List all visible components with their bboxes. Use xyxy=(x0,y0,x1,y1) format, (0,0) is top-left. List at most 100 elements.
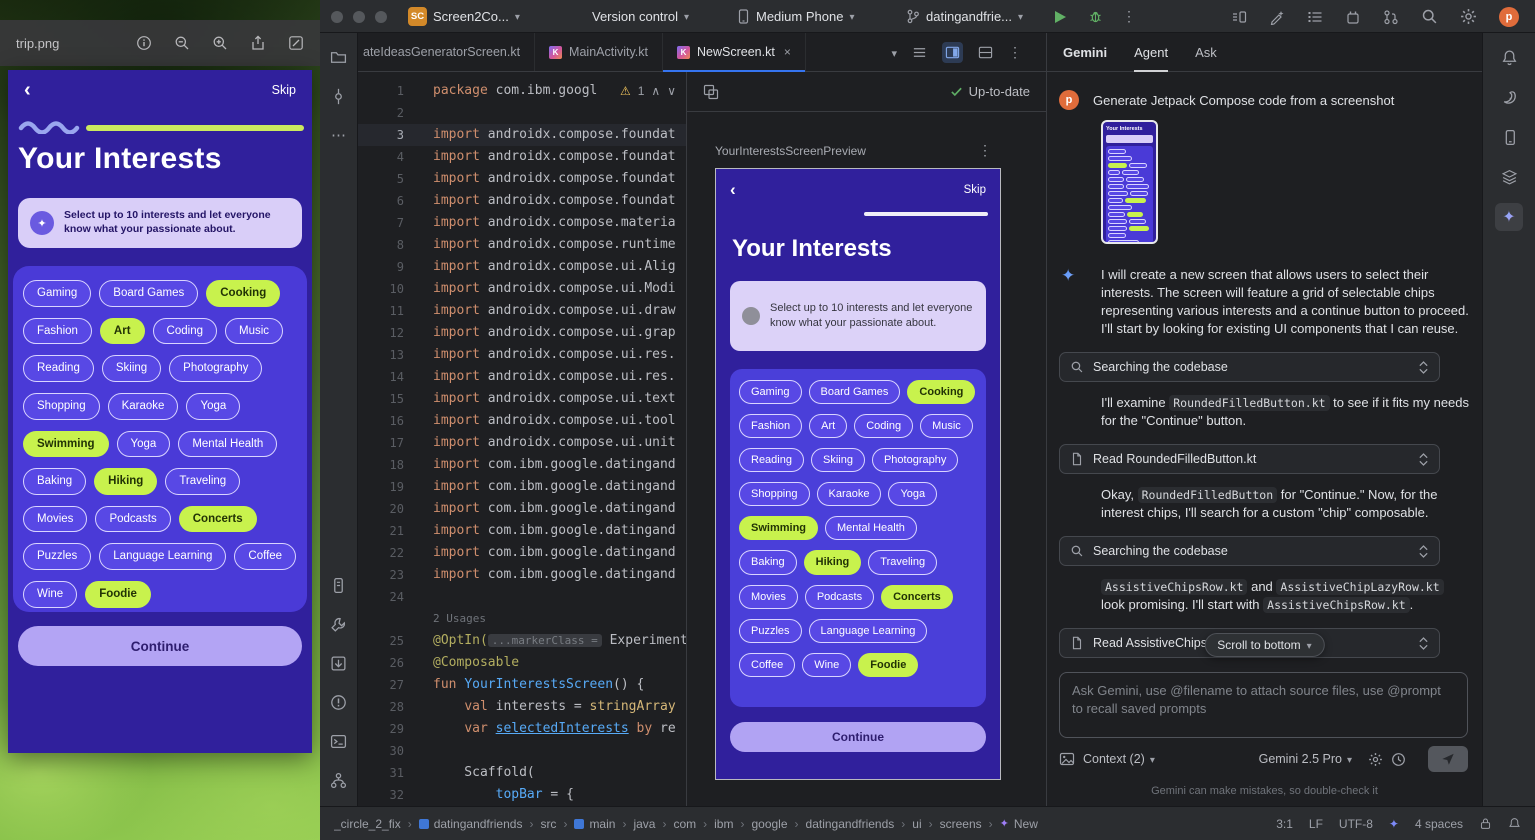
interest-chip-traveling[interactable]: Traveling xyxy=(868,550,937,574)
interest-chip-art[interactable]: Art xyxy=(1108,170,1120,175)
interest-chip-podcasts[interactable]: Podcasts xyxy=(1108,226,1127,231)
interest-chip-music[interactable]: Music xyxy=(1108,177,1124,182)
code-line[interactable]: 20import com.ibm.google.datingand xyxy=(358,498,686,520)
interest-chip-coding[interactable]: Coding xyxy=(854,414,913,438)
branch-widget[interactable]: datingandfrie... ▾ xyxy=(906,0,1023,33)
breadcrumb-item[interactable]: _circle_2_fix xyxy=(334,817,401,831)
interest-chip-hiking[interactable]: Hiking xyxy=(1127,212,1144,217)
code-line[interactable]: 14import androidx.compose.ui.res. xyxy=(358,366,686,388)
interest-chip-yoga[interactable]: Yoga xyxy=(1108,198,1123,203)
attached-screenshot-thumbnail[interactable]: Your Interests GamingBoard GamesCookingF… xyxy=(1101,120,1158,244)
terminal-icon[interactable] xyxy=(325,727,353,755)
tab-agent[interactable]: Agent xyxy=(1134,33,1168,72)
more-tool-windows-icon[interactable]: ⋯ xyxy=(325,121,353,149)
interest-chip-reading[interactable]: Reading xyxy=(1126,177,1144,182)
readonly-lock-icon[interactable] xyxy=(1479,817,1492,830)
device-manager-icon[interactable] xyxy=(1495,123,1523,151)
search-icon[interactable] xyxy=(1421,8,1438,25)
back-chevron-icon[interactable]: ‹ xyxy=(730,180,736,200)
code-line[interactable]: 13import androidx.compose.ui.res. xyxy=(358,344,686,366)
code-line[interactable]: 28 val interests = stringArray xyxy=(358,696,686,718)
continue-button[interactable]: Continue xyxy=(18,626,302,666)
interest-chip-podcasts[interactable]: Podcasts xyxy=(805,585,874,609)
share-icon[interactable] xyxy=(250,35,266,51)
interest-chip-board-games[interactable]: Board Games xyxy=(99,280,198,307)
tool-call-search-codebase[interactable]: Searching the codebase xyxy=(1059,536,1440,566)
interest-chip-foodie[interactable]: Foodie xyxy=(85,581,151,608)
interest-chip-cooking[interactable]: Cooking xyxy=(206,280,280,307)
next-problem-icon[interactable]: ∨ xyxy=(667,84,676,98)
code-line[interactable]: 29 var selectedInterests by re xyxy=(358,718,686,740)
code-line[interactable]: 9import androidx.compose.ui.Alig xyxy=(358,256,686,278)
code-line[interactable]: 23import com.ibm.google.datingand xyxy=(358,564,686,586)
indent-setting[interactable]: 4 spaces xyxy=(1415,817,1463,831)
code-line[interactable]: 5import androidx.compose.foundat xyxy=(358,168,686,190)
send-button[interactable] xyxy=(1428,746,1468,772)
project-widget[interactable]: SC Screen2Co... ▾ xyxy=(408,0,520,33)
interest-chip-baking[interactable]: Baking xyxy=(739,550,797,574)
ai-status-icon[interactable]: ✦ xyxy=(1389,817,1399,831)
continue-button[interactable]: Continue xyxy=(730,722,986,752)
interest-chip-music[interactable]: Music xyxy=(920,414,973,438)
code-line[interactable]: 32 topBar = { xyxy=(358,784,686,806)
interest-chip-swimming[interactable]: Swimming xyxy=(23,431,109,458)
interest-chip-concerts[interactable]: Concerts xyxy=(179,506,257,533)
interest-chip-photography[interactable]: Photography xyxy=(169,355,262,382)
device-mirroring-icon[interactable] xyxy=(1231,9,1247,25)
debug-bug-icon[interactable] xyxy=(1088,9,1103,24)
context-dropdown[interactable]: Context (2) ▾ xyxy=(1083,752,1155,766)
interest-chip-movies[interactable]: Movies xyxy=(23,506,87,533)
split-editor-bottom-icon[interactable] xyxy=(978,45,993,60)
interest-chip-karaoke[interactable]: Karaoke xyxy=(108,393,179,420)
run-button[interactable] xyxy=(1055,11,1066,23)
code-line[interactable]: 27fun YourInterestsScreen() { xyxy=(358,674,686,696)
status-bell-icon[interactable] xyxy=(1508,817,1521,830)
window-close-button[interactable] xyxy=(331,11,343,23)
interest-chip-fashion[interactable]: Fashion xyxy=(1129,163,1147,168)
editor-list-icon[interactable] xyxy=(912,45,927,60)
interest-chip-fashion[interactable]: Fashion xyxy=(739,414,802,438)
breadcrumb-item[interactable]: ✦New xyxy=(1000,817,1038,831)
interest-chip-reading[interactable]: Reading xyxy=(23,355,94,382)
interest-chip-gaming[interactable]: Gaming xyxy=(739,380,802,404)
preview-options-icon[interactable]: ⋮ xyxy=(978,142,992,159)
interest-chip-coffee[interactable]: Coffee xyxy=(739,653,795,677)
gemini-settings-gear-icon[interactable] xyxy=(1368,752,1383,767)
zoom-in-icon[interactable] xyxy=(212,35,228,51)
interest-chip-puzzles[interactable]: Puzzles xyxy=(739,619,802,643)
expand-collapse-icon[interactable] xyxy=(1418,636,1429,651)
interest-chip-skiing[interactable]: Skiing xyxy=(1108,184,1124,189)
interest-chip-board-games[interactable]: Board Games xyxy=(1108,156,1132,161)
interest-chip-art[interactable]: Art xyxy=(809,414,847,438)
interest-chip-yoga[interactable]: Yoga xyxy=(117,431,171,458)
interest-chip-mental-health[interactable]: Mental Health xyxy=(178,431,277,458)
todo-list-icon[interactable] xyxy=(1307,9,1323,25)
attach-image-icon[interactable] xyxy=(1059,751,1075,767)
version-control-icon[interactable] xyxy=(325,766,353,794)
interest-chip-board-games[interactable]: Board Games xyxy=(809,380,901,404)
tab-mainactivity[interactable]: K MainActivity.kt xyxy=(535,33,663,71)
interest-chip-art[interactable]: Art xyxy=(100,318,145,345)
problems-icon[interactable] xyxy=(325,688,353,716)
expand-collapse-icon[interactable] xyxy=(1418,452,1429,467)
scroll-to-bottom-button[interactable]: Scroll to bottom ▾ xyxy=(1204,633,1324,657)
code-line[interactable]: 2 Usages xyxy=(358,608,686,630)
pull-request-icon[interactable] xyxy=(1383,9,1399,25)
breadcrumb-item[interactable]: main xyxy=(574,817,615,831)
breadcrumb-item[interactable]: screens xyxy=(940,817,982,831)
interest-chip-traveling[interactable]: Traveling xyxy=(165,468,240,495)
interest-chip-shopping[interactable]: Shopping xyxy=(23,393,100,420)
settings-gear-icon[interactable] xyxy=(1460,8,1477,25)
code-line[interactable]: 24 xyxy=(358,586,686,608)
user-avatar[interactable]: p xyxy=(1499,7,1519,27)
back-chevron-icon[interactable]: ‹ xyxy=(24,82,31,98)
device-selector[interactable]: Medium Phone ▾ xyxy=(737,0,854,33)
interest-chip-karaoke[interactable]: Karaoke xyxy=(817,482,882,506)
layout-inspector-icon[interactable] xyxy=(1495,163,1523,191)
code-line[interactable]: 18import com.ibm.google.datingand xyxy=(358,454,686,476)
interest-chip-language-learning[interactable]: Language Learning xyxy=(99,543,226,570)
preview-layout-icon[interactable] xyxy=(703,84,719,100)
breadcrumb-item[interactable]: ui xyxy=(912,817,921,831)
interest-chip-cooking[interactable]: Cooking xyxy=(907,380,975,404)
interest-chip-concerts[interactable]: Concerts xyxy=(881,585,953,609)
